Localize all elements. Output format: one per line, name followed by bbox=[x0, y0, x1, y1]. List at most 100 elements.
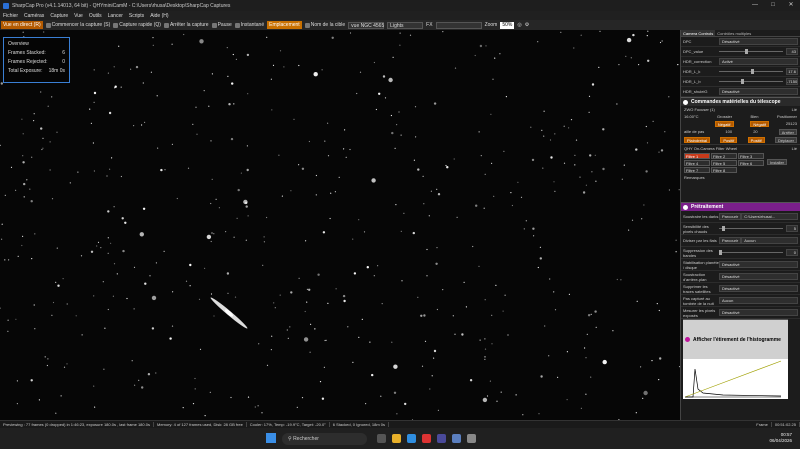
satellite-trails-select[interactable]: Désactivé bbox=[719, 285, 798, 292]
hdr-l-b-input[interactable]: -7150 bbox=[786, 78, 798, 85]
hardware-section-header[interactable]: Commandes matérielles du télescope bbox=[681, 97, 800, 106]
menu-view[interactable]: Vue bbox=[74, 13, 83, 19]
exposed-pixels-select[interactable]: Désactivé bbox=[719, 309, 798, 316]
darks-file-select[interactable]: C:\Users\rhusa\... bbox=[741, 213, 798, 220]
windows-start-icon[interactable] bbox=[266, 433, 276, 443]
filter-button[interactable]: Filtre 2 bbox=[711, 153, 737, 159]
task-view-icon[interactable] bbox=[377, 434, 386, 443]
nightfall-select[interactable]: Aucun bbox=[719, 297, 798, 304]
fx-select[interactable] bbox=[435, 21, 482, 29]
hdr-l-k-slider[interactable] bbox=[719, 69, 783, 74]
menu-cameras[interactable]: Caméras bbox=[24, 13, 44, 19]
placement-button[interactable]: Emplacement bbox=[267, 21, 302, 29]
star bbox=[616, 278, 618, 281]
menu-run[interactable]: Lancer bbox=[108, 13, 123, 19]
coarse-positive-button[interactable]: Positif bbox=[720, 137, 738, 143]
flats-browse-button[interactable]: Parcourir bbox=[719, 237, 742, 244]
app-icon[interactable] bbox=[452, 434, 461, 443]
fine-positive-button[interactable]: Positif bbox=[747, 137, 765, 143]
crosshair-icon[interactable]: ◎ bbox=[517, 22, 521, 28]
filter-button[interactable]: Filtre 3 bbox=[738, 153, 764, 159]
focuser-select[interactable]: ZWO Focuser (1) bbox=[684, 107, 715, 112]
hot-pixel-input[interactable]: 5 bbox=[786, 225, 798, 232]
filter-wheel-select[interactable]: QHY On-Camera Filter Wheel bbox=[684, 146, 737, 151]
filter-button[interactable]: Filtre 4 bbox=[684, 160, 710, 166]
histogram-plot bbox=[684, 360, 782, 398]
filter-wheel-connect-checkbox[interactable]: Lié bbox=[792, 146, 797, 151]
filter-button[interactable]: Filtre 6 bbox=[738, 160, 764, 166]
focuser-position-input[interactable]: 25123 bbox=[786, 121, 797, 127]
processing-section-header[interactable]: Prétraitement bbox=[681, 202, 800, 211]
target-name-input[interactable]: vue NGC 4565 bbox=[348, 21, 384, 29]
tab-camera-controls[interactable]: Camera Controls bbox=[681, 30, 716, 36]
app-icon[interactable] bbox=[467, 434, 476, 443]
stop-capture-button[interactable]: Arrêter la capture bbox=[163, 22, 209, 28]
stabilization-select[interactable]: Désactivé bbox=[719, 261, 798, 268]
filter-install-button[interactable]: Installer bbox=[767, 159, 788, 165]
coarse-negative-button[interactable]: Négatif bbox=[714, 121, 734, 127]
dpc-value-slider[interactable] bbox=[719, 49, 783, 54]
start-capture-button[interactable]: Commencer la capture (S) bbox=[45, 22, 110, 28]
minimize-icon[interactable]: — bbox=[746, 0, 764, 11]
fine-step-input[interactable]: 20 bbox=[753, 129, 757, 135]
filter-button[interactable]: Filtre 5 bbox=[711, 160, 737, 166]
hdr-l-k-input[interactable]: 17.6 bbox=[786, 68, 798, 75]
image-viewer[interactable]: Overview Frames Stacked: 6 Frames Rejecte… bbox=[0, 30, 680, 420]
star bbox=[163, 250, 165, 252]
focuser-move-button[interactable]: Déplacer bbox=[774, 137, 797, 143]
star bbox=[452, 315, 454, 317]
hdr-shuleig-select[interactable]: Désactivé bbox=[719, 88, 798, 95]
background-subtraction-select[interactable]: Désactivé bbox=[719, 273, 798, 280]
histogram-section-header[interactable]: Afficher l'étirement de l'histogramme bbox=[683, 319, 788, 359]
filter-button[interactable]: Filtre 8 bbox=[711, 167, 737, 173]
live-view-button[interactable]: Vue en direct (R) bbox=[1, 21, 43, 29]
zoom-select[interactable]: 50% bbox=[500, 21, 515, 29]
dpc-select[interactable]: Désactivé bbox=[719, 38, 798, 45]
star bbox=[382, 75, 386, 78]
banding-slider[interactable] bbox=[719, 250, 783, 255]
star bbox=[31, 258, 33, 260]
menu-capture[interactable]: Capture bbox=[50, 13, 68, 19]
star bbox=[371, 373, 374, 377]
star bbox=[204, 267, 206, 269]
filter-button[interactable]: Filtre 7 bbox=[684, 167, 710, 173]
tab-multiple-controls[interactable]: Contrôles multiples bbox=[715, 30, 753, 36]
pause-button[interactable]: Pause bbox=[211, 22, 232, 28]
taskbar-search[interactable]: ⚲ Rechercher bbox=[282, 432, 367, 445]
hdr-l-b-slider[interactable] bbox=[719, 79, 783, 84]
calibrate-button[interactable]: Plaindrebal bbox=[684, 137, 711, 143]
histogram[interactable] bbox=[683, 359, 788, 399]
settings-icon[interactable]: ⚙ bbox=[525, 22, 529, 28]
sharpcap-icon[interactable] bbox=[437, 434, 446, 443]
star bbox=[208, 105, 210, 107]
frame-type-select[interactable]: Lights bbox=[387, 21, 424, 29]
menu-tools[interactable]: Outils bbox=[89, 13, 102, 19]
hot-pixel-slider[interactable] bbox=[719, 226, 783, 231]
coarse-step-input[interactable]: 100 bbox=[725, 129, 732, 135]
menu-help[interactable]: Aide (H) bbox=[150, 13, 168, 19]
flats-file-select[interactable]: Aucun bbox=[741, 237, 798, 244]
fine-negative-button[interactable]: Négatif bbox=[750, 121, 770, 127]
filter-button[interactable]: Filtre 1 bbox=[684, 153, 710, 159]
menu-file[interactable]: Fichier bbox=[3, 13, 18, 19]
star bbox=[290, 190, 292, 192]
star bbox=[553, 291, 555, 293]
snapshot-button[interactable]: Instantané bbox=[234, 22, 264, 28]
menu-scripts[interactable]: Scripts bbox=[129, 13, 144, 19]
star bbox=[330, 192, 332, 194]
app-icon[interactable] bbox=[422, 434, 431, 443]
taskbar-clock[interactable]: 00:57 06/04/2026 bbox=[769, 432, 792, 444]
focuser-stop-button[interactable]: Arrêter bbox=[778, 129, 797, 135]
edge-icon[interactable] bbox=[407, 434, 416, 443]
dpc-value-input[interactable]: 43 bbox=[786, 48, 798, 55]
banding-input[interactable]: 0 bbox=[786, 249, 798, 256]
file-explorer-icon[interactable] bbox=[392, 434, 401, 443]
darks-browse-button[interactable]: Parcourir bbox=[719, 213, 742, 220]
star bbox=[489, 380, 491, 382]
quick-capture-button[interactable]: Capture rapide (Q) bbox=[113, 22, 161, 28]
focuser-connect-checkbox[interactable]: Lié bbox=[792, 107, 797, 112]
close-icon[interactable]: ✕ bbox=[782, 0, 800, 11]
maximize-icon[interactable]: □ bbox=[764, 0, 782, 11]
star bbox=[543, 135, 545, 137]
hdr-correction-select[interactable]: Activé bbox=[719, 58, 798, 65]
